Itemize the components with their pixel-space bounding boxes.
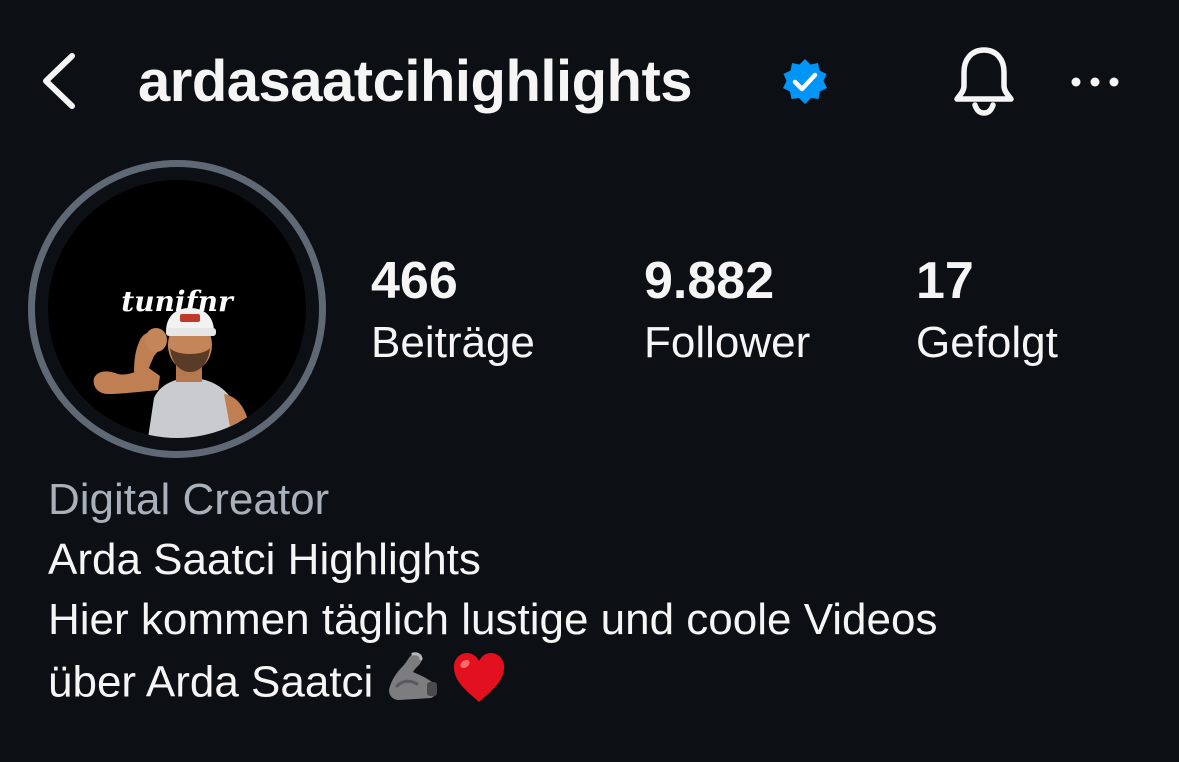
flexed-biceps-icon xyxy=(383,650,441,720)
profile-bio: Digital Creator Arda Saatci Highlights H… xyxy=(48,470,1158,720)
bio-name: Arda Saatci Highlights xyxy=(48,535,481,584)
posts-label: Beiträge xyxy=(371,318,535,367)
following-count: 17 xyxy=(916,252,974,310)
stat-following[interactable]: 17 Gefolgt xyxy=(916,250,1058,374)
more-options-button[interactable] xyxy=(1068,70,1122,94)
back-button[interactable] xyxy=(34,48,90,114)
profile-avatar[interactable]: tunifnr xyxy=(28,160,326,458)
bio-line-2: über Arda Saatci xyxy=(48,657,374,707)
avatar-person-graphic xyxy=(93,308,248,438)
stat-posts[interactable]: 466 Beiträge xyxy=(371,250,535,374)
notifications-button[interactable] xyxy=(950,44,1018,118)
bio-category: Digital Creator xyxy=(48,475,330,524)
bell-icon xyxy=(954,47,1014,116)
followers-label: Follower xyxy=(644,318,811,367)
bio-line-2-row: über Arda Saatci xyxy=(48,650,1158,720)
more-horizontal-icon xyxy=(1071,77,1119,87)
red-heart-icon xyxy=(451,650,507,720)
following-label: Gefolgt xyxy=(916,318,1058,367)
stat-followers[interactable]: 9.882 Follower xyxy=(644,250,810,374)
posts-count: 466 xyxy=(371,252,458,310)
avatar-image: tunifnr xyxy=(48,180,306,438)
profile-username: ardasaatcihighlights xyxy=(138,49,693,114)
verified-badge-icon xyxy=(780,57,830,107)
profile-header: ardasaatcihighlights xyxy=(0,0,1179,160)
followers-count: 9.882 xyxy=(644,252,775,310)
bio-line-1: Hier kommen täglich lustige und coole Vi… xyxy=(48,595,938,644)
chevron-left-icon xyxy=(43,53,75,109)
